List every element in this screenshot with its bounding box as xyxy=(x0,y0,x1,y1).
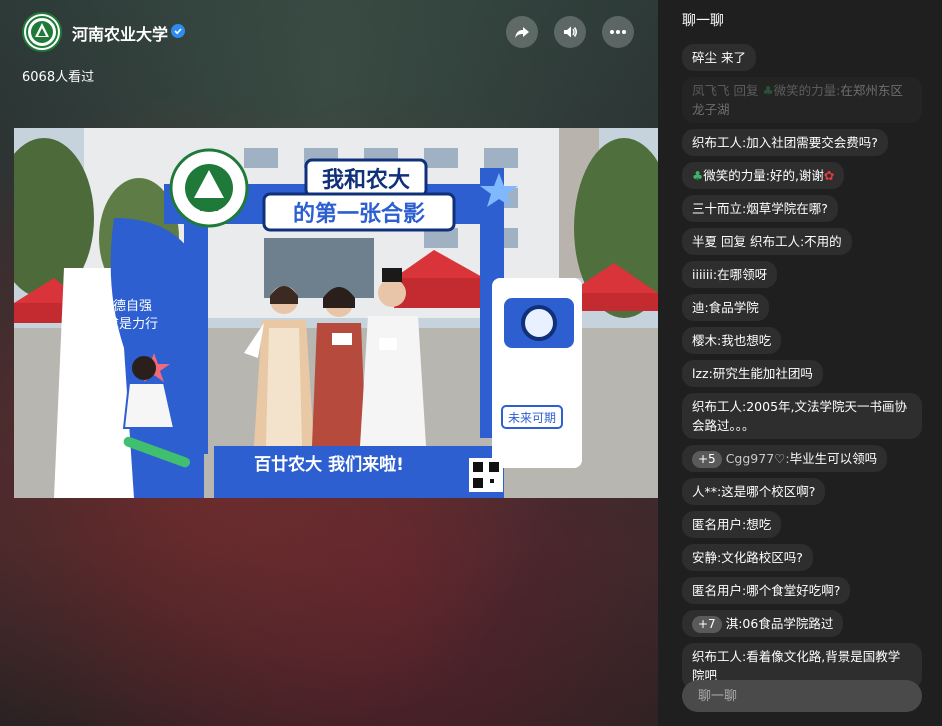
chat-text: 想吃 xyxy=(746,517,772,532)
video-frame-scene: 1902 我和农大 的第一张合影 明德自强 求是力行 未来可期 百廿农大 我们来… xyxy=(14,128,658,498)
more-button[interactable] xyxy=(602,16,634,48)
share-icon xyxy=(515,27,529,38)
view-count: 6068人看过 xyxy=(22,70,95,85)
share-button[interactable] xyxy=(506,16,538,48)
chat-text: 不用的 xyxy=(804,234,842,249)
chat-text: 毕业生可以领吗 xyxy=(789,451,878,466)
chat-username[interactable]: 匿名用户: xyxy=(692,583,746,598)
chat-message: ♣ 微笑的力量:好的,谢谢✿ xyxy=(682,162,845,189)
chat-message: 安静:文化路校区吗? xyxy=(682,544,813,571)
chat-panel: 聊一聊 碎尘 来了 凤飞飞 回复 ♣ 微笑的力量:在郑州东区龙子湖 织布工人:加… xyxy=(658,0,942,726)
chat-message: 樱木:我也想吃 xyxy=(682,327,782,354)
chat-message: iiiiii:在哪领呀 xyxy=(682,261,778,288)
chat-message: 匿名用户:想吃 xyxy=(682,511,782,538)
chat-message: 人**:这是哪个校区啊? xyxy=(682,478,826,505)
chat-text: 加入社团需要交会费吗? xyxy=(746,135,878,150)
frame-title-line1: 我和农大 xyxy=(322,167,410,193)
chat-text: 好的,谢谢 xyxy=(769,168,824,183)
motto-line2: 求是力行 xyxy=(106,317,158,332)
emblem-icon xyxy=(26,16,58,48)
chat-message: 三十而立:烟草学院在哪? xyxy=(682,195,838,222)
chat-input[interactable] xyxy=(682,680,922,712)
chat-username[interactable]: 织布工人: xyxy=(692,399,746,414)
like-badge: +7 xyxy=(692,616,722,633)
chat-username[interactable]: 匿名用户: xyxy=(692,517,746,532)
chat-message: lzz:研究生能加社团吗 xyxy=(682,360,823,387)
video-stage: 河南农业大学 6068人看过 1902 我和农大 的第一张合影 明德自强 求是力… xyxy=(0,0,658,726)
channel-name[interactable]: 河南农业大学 xyxy=(72,21,168,45)
chat-username[interactable]: 微笑的力量: xyxy=(703,168,770,183)
chat-message: +7 淇:06食品学院路过 xyxy=(682,610,844,637)
chat-message: 织布工人:加入社团需要交会费吗? xyxy=(682,129,888,156)
chat-message: 半夏 回复 织布工人:不用的 xyxy=(682,228,852,255)
volume-button[interactable] xyxy=(554,16,586,48)
chat-username[interactable]: 织布工人: xyxy=(692,649,746,664)
chat-text: 来了 xyxy=(717,50,746,65)
chat-text: 食品学院 xyxy=(708,300,759,315)
top-bar: 河南农业大学 xyxy=(0,0,658,64)
rose-icon: ✿ xyxy=(823,168,835,183)
chat-text: 文化路校区吗? xyxy=(721,550,803,565)
chat-text: 哪个食堂好吃啊? xyxy=(746,583,841,598)
more-dots-icon xyxy=(610,30,626,34)
chat-message-list[interactable]: 碎尘 来了 凤飞飞 回复 ♣ 微笑的力量:在郑州东区龙子湖 织布工人:加入社团需… xyxy=(682,44,932,695)
chat-text: 研究生能加社团吗 xyxy=(712,366,813,381)
motto-line1: 明德自强 xyxy=(100,299,152,314)
frame-title-line2: 的第一张合影 xyxy=(293,201,425,227)
chat-username[interactable]: iiiiii: xyxy=(692,267,717,282)
chat-text: 在哪领呀 xyxy=(717,267,768,282)
chat-message: 碎尘 来了 xyxy=(682,44,756,71)
chat-username[interactable]: 安静: xyxy=(692,550,721,565)
chat-username[interactable]: 织布工人: xyxy=(692,135,746,150)
chat-text: 我也想吃 xyxy=(721,333,772,348)
chat-username[interactable]: 淇: xyxy=(726,616,743,631)
chat-reply-target[interactable]: 微笑的力量: xyxy=(774,83,841,98)
chat-message: 迪:食品学院 xyxy=(682,294,769,321)
chat-username[interactable]: 凤飞飞 回复 xyxy=(692,83,762,98)
chat-username[interactable]: 半夏 回复 织布工人: xyxy=(692,234,804,249)
chat-username[interactable]: 迪: xyxy=(692,300,709,315)
clover-icon: ♣ xyxy=(692,168,704,183)
speaker-icon xyxy=(564,26,577,38)
chat-message: 凤飞飞 回复 ♣ 微笑的力量:在郑州东区龙子湖 xyxy=(682,77,922,123)
chat-text: 06食品学院路过 xyxy=(742,616,834,631)
future-sign-text: 未来可期 xyxy=(508,411,556,425)
logo-year-text: 1902 xyxy=(199,204,219,213)
verified-icon xyxy=(171,24,185,38)
chat-message: 织布工人:2005年,文法学院天一书画协会路过。。。 xyxy=(682,393,922,439)
chat-username[interactable]: lzz: xyxy=(692,366,713,381)
chat-title: 聊一聊 xyxy=(682,13,724,29)
clover-icon: ♣ xyxy=(762,83,774,98)
bottom-banner-text: 百廿农大 我们来啦! xyxy=(254,454,404,475)
chat-text: 这是哪个校区啊? xyxy=(721,484,816,499)
chat-username[interactable]: 人**: xyxy=(692,484,721,499)
chat-username[interactable]: Cgg977♡: xyxy=(726,451,790,466)
chat-message: 匿名用户:哪个食堂好吃啊? xyxy=(682,577,851,604)
chat-username[interactable]: 碎尘 xyxy=(692,50,717,65)
chat-username[interactable]: 三十而立: xyxy=(692,201,746,216)
chat-username[interactable]: 樱木: xyxy=(692,333,721,348)
university-logo[interactable] xyxy=(22,12,62,52)
chat-message: +5 Cgg977♡:毕业生可以领吗 xyxy=(682,445,888,472)
video-player[interactable]: 1902 我和农大 的第一张合影 明德自强 求是力行 未来可期 百廿农大 我们来… xyxy=(14,128,658,498)
like-badge: +5 xyxy=(692,451,722,468)
chat-text: 烟草学院在哪? xyxy=(746,201,828,216)
